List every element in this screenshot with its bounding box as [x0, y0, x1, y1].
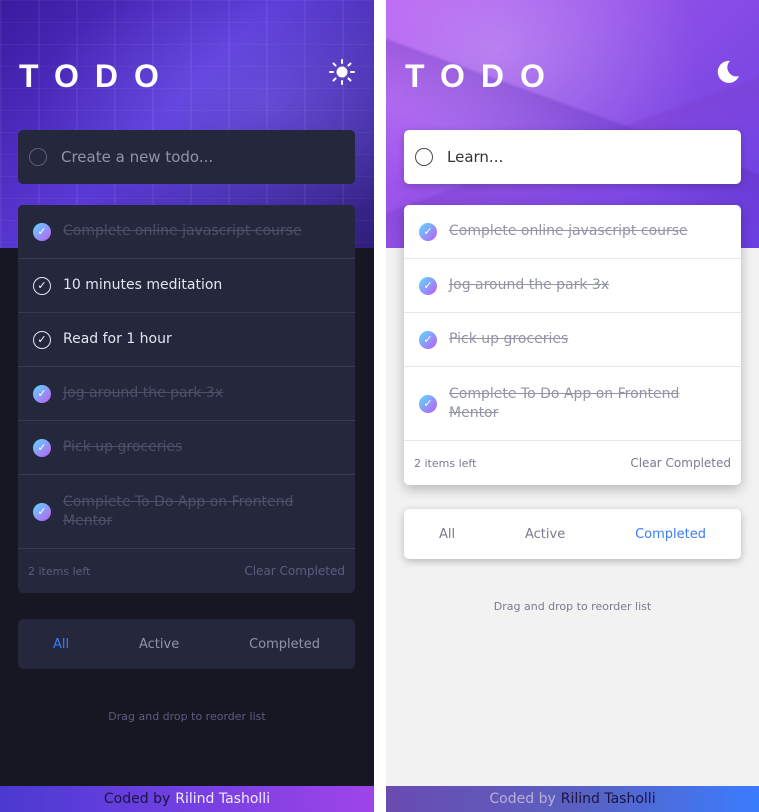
- new-todo-input[interactable]: [445, 147, 709, 167]
- dark-theme-panel: TODO ✓ Complete online javascript course…: [0, 0, 374, 812]
- filter-bar: All Active Completed: [18, 619, 355, 669]
- attribution-bar: Coded by Rilind Tasholli: [386, 786, 759, 812]
- new-todo-input[interactable]: [59, 147, 323, 167]
- todo-item-text: Pick up groceries: [63, 439, 183, 455]
- check-icon[interactable]: ✓: [419, 394, 437, 413]
- check-icon[interactable]: ✓: [419, 222, 437, 241]
- filter-completed[interactable]: Completed: [635, 527, 706, 542]
- todo-item[interactable]: ✓ Pick up groceries: [18, 421, 355, 475]
- check-icon[interactable]: ✓: [33, 438, 51, 457]
- filter-bar: All Active Completed: [404, 509, 741, 559]
- app-title: TODO: [19, 58, 175, 94]
- check-icon[interactable]: ✓: [33, 384, 51, 403]
- todo-item[interactable]: ✓ Complete To Do App on Frontend Mentor: [18, 475, 355, 549]
- todo-list: ✓ Complete online javascript course ✓ Jo…: [404, 205, 741, 485]
- todo-list: ✓ Complete online javascript course ✓ 10…: [18, 205, 355, 593]
- filter-all[interactable]: All: [439, 527, 455, 542]
- new-todo-circle-icon[interactable]: [415, 148, 433, 166]
- items-left-count: 2 items left: [414, 456, 477, 470]
- drag-hint: Drag and drop to reorder list: [493, 600, 652, 613]
- clear-completed-button[interactable]: Clear Completed: [244, 564, 345, 578]
- todo-item-text: Jog around the park 3x: [63, 385, 224, 401]
- check-icon[interactable]: ✓: [33, 330, 51, 349]
- new-todo-bar: [404, 130, 741, 184]
- todo-item[interactable]: ✓ Complete online javascript course: [18, 205, 355, 259]
- todo-item[interactable]: ✓ Complete To Do App on Frontend Mentor: [404, 367, 741, 441]
- list-footer: 2 items left Clear Completed: [404, 441, 741, 485]
- check-icon[interactable]: ✓: [419, 276, 437, 295]
- filter-active[interactable]: Active: [525, 527, 565, 542]
- filter-all[interactable]: All: [53, 637, 69, 652]
- todo-item-text: Jog around the park 3x: [449, 277, 610, 293]
- todo-item-text: Complete online javascript course: [449, 223, 688, 239]
- attribution-author-link[interactable]: Rilind Tasholli: [175, 791, 270, 807]
- check-icon[interactable]: ✓: [419, 330, 437, 349]
- check-icon[interactable]: ✓: [33, 222, 51, 241]
- moon-icon[interactable]: [714, 58, 742, 86]
- filter-completed[interactable]: Completed: [249, 637, 320, 652]
- todo-item-text: 10 minutes meditation: [63, 277, 223, 293]
- todo-item-text: Read for 1 hour: [63, 331, 172, 347]
- todo-item-text: Complete To Do App on Frontend Mentor: [63, 493, 294, 529]
- todo-item[interactable]: ✓ Complete online javascript course: [404, 205, 741, 259]
- drag-hint: Drag and drop to reorder list: [108, 710, 266, 723]
- attribution-author-link[interactable]: Rilind Tasholli: [561, 791, 656, 807]
- list-footer: 2 items left Clear Completed: [18, 549, 355, 593]
- light-theme-panel: TODO ✓ Complete online javascript course…: [386, 0, 759, 812]
- sun-icon[interactable]: [328, 58, 356, 86]
- todo-item[interactable]: ✓ Jog around the park 3x: [18, 367, 355, 421]
- attribution-prefix: Coded by: [489, 791, 556, 807]
- check-icon[interactable]: ✓: [33, 276, 51, 295]
- todo-item-text: Complete online javascript course: [63, 223, 302, 239]
- attribution-bar: Coded by Rilind Tasholli: [0, 786, 374, 812]
- new-todo-bar: [18, 130, 355, 184]
- todo-item-text: Complete To Do App on Frontend Mentor: [449, 385, 680, 421]
- new-todo-circle-icon[interactable]: [29, 148, 47, 166]
- clear-completed-button[interactable]: Clear Completed: [630, 456, 731, 470]
- filter-active[interactable]: Active: [139, 637, 179, 652]
- todo-item[interactable]: ✓ 10 minutes meditation: [18, 259, 355, 313]
- items-left-count: 2 items left: [28, 564, 91, 578]
- todo-item[interactable]: ✓ Read for 1 hour: [18, 313, 355, 367]
- app-title: TODO: [405, 58, 561, 94]
- todo-item[interactable]: ✓ Jog around the park 3x: [404, 259, 741, 313]
- todo-item[interactable]: ✓ Pick up groceries: [404, 313, 741, 367]
- todo-item-text: Pick up groceries: [449, 331, 569, 347]
- check-icon[interactable]: ✓: [33, 502, 51, 521]
- attribution-prefix: Coded by: [103, 791, 171, 807]
